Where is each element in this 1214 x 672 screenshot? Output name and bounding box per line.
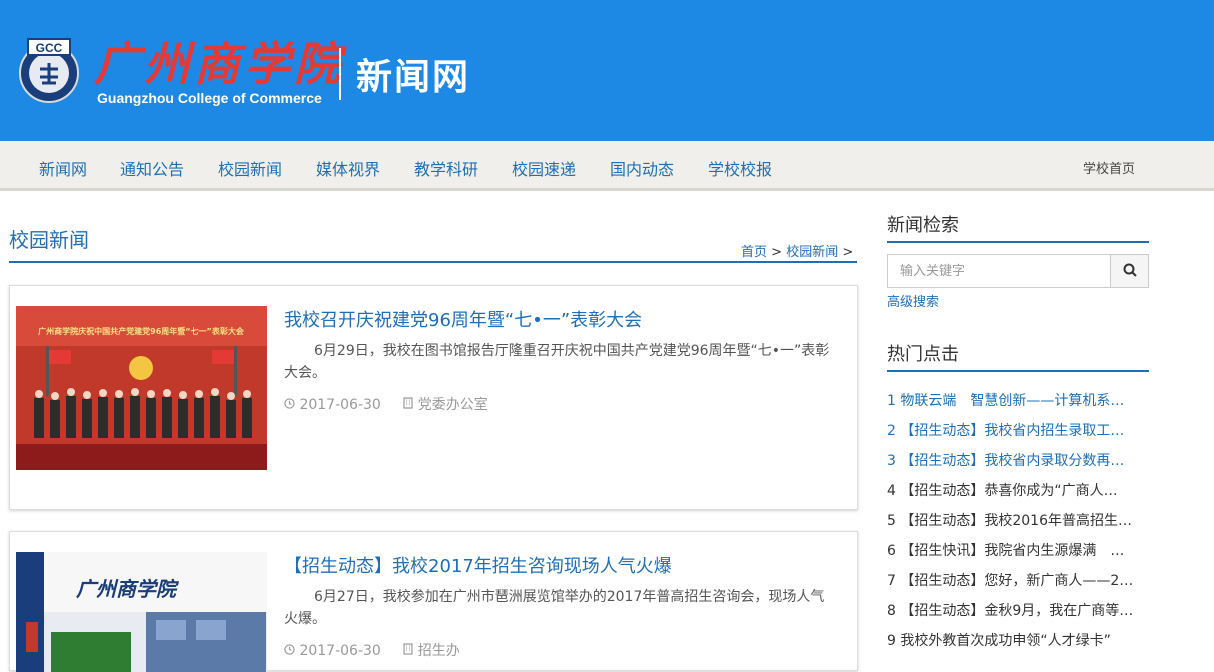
nav-item-domestic[interactable]: 国内动态 xyxy=(610,156,674,180)
hot-item[interactable]: 8 【招生动态】金秋9月，我在广商等… xyxy=(887,600,1149,620)
article-meta: 2017-06-30 招生办 xyxy=(284,640,478,660)
nav-item-campus-news[interactable]: 校园新闻 xyxy=(218,156,282,180)
college-emblem-icon[interactable]: GCC xyxy=(18,37,80,103)
article-card: 广州商学院 【招生动态】我校2017年招生咨询现场人气火爆 6月27日，我校参加… xyxy=(9,531,858,672)
search-button[interactable] xyxy=(1110,254,1149,288)
hot-item[interactable]: 6 【招生快讯】我院省内生源爆满 … xyxy=(887,540,1149,560)
hot-item[interactable]: 5 【招生动态】我校2016年普高招生… xyxy=(887,510,1149,530)
nav-item-express[interactable]: 校园速递 xyxy=(512,156,576,180)
article-meta: 2017-06-30 党委办公室 xyxy=(284,394,506,414)
article-summary: 6月29日，我校在图书馆报告厅隆重召开庆祝中国共产党建党96周年暨“七•一”表彰… xyxy=(284,343,830,381)
nav-item-notices[interactable]: 通知公告 xyxy=(120,156,184,180)
hot-item[interactable]: 3 【招生动态】我校省内录取分数再… xyxy=(887,450,1149,470)
article-card: 广州商学院庆祝中国共产党建党96周年暨“七一”表彰大会 我校召开庆祝建党96周年… xyxy=(9,285,858,510)
school-name-en: Guangzhou College of Commerce xyxy=(97,90,322,106)
site-header: GCC 广州商学院 Guangzhou College of Commerce … xyxy=(0,0,1214,141)
article-department: 党委办公室 xyxy=(417,397,488,413)
emblem-abbrev: GCC xyxy=(36,41,63,55)
nav-item-school-paper[interactable]: 学校校报 xyxy=(708,156,772,180)
search-icon xyxy=(1123,263,1137,277)
clock-icon xyxy=(284,398,295,409)
hot-section-title: 热门点击 xyxy=(887,344,959,365)
section-title: 校园新闻 xyxy=(9,228,89,252)
main-nav: 新闻网 通知公告 校园新闻 媒体视界 教学科研 校园速递 国内动态 学校校报 学… xyxy=(0,141,1214,191)
article-department: 招生办 xyxy=(417,643,460,659)
breadcrumb: 首页 > 校园新闻 > xyxy=(741,241,853,260)
article-date: 2017-06-30 xyxy=(299,643,381,659)
breadcrumb-separator: > xyxy=(771,245,783,260)
building-icon xyxy=(403,397,413,409)
nav-item-research[interactable]: 教学科研 xyxy=(414,156,478,180)
school-home-link[interactable]: 学校首页 xyxy=(1083,158,1135,177)
search-section-divider xyxy=(887,241,1149,243)
site-name[interactable]: 新闻网 xyxy=(356,48,470,100)
hot-item[interactable]: 7 【招生动态】您好，新广商人——2… xyxy=(887,570,1149,590)
nav-item-media[interactable]: 媒体视界 xyxy=(316,156,380,180)
article-thumbnail[interactable]: 广州商学院庆祝中国共产党建党96周年暨“七一”表彰大会 xyxy=(16,306,267,470)
hot-item[interactable]: 2 【招生动态】我校省内招生录取工… xyxy=(887,420,1149,440)
breadcrumb-tail: > xyxy=(842,245,854,260)
search-input[interactable] xyxy=(887,254,1111,288)
hot-section-divider xyxy=(887,370,1149,372)
hot-item[interactable]: 4 【招生动态】恭喜你成为“广商人… xyxy=(887,480,1149,500)
hot-item[interactable]: 1 物联云端 智慧创新——计算机系… xyxy=(887,390,1149,410)
school-name-cn[interactable]: 广州商学院 xyxy=(94,28,344,94)
thumbnail-banner-text: 广州商学院庆祝中国共产党建党96周年暨“七一”表彰大会 xyxy=(38,326,244,336)
thumbnail-booth-text: 广州商学院 xyxy=(76,577,180,601)
hot-item[interactable]: 9 我校外教首次成功申领“人才绿卡” xyxy=(887,630,1149,650)
breadcrumb-home[interactable]: 首页 xyxy=(741,245,767,260)
article-date: 2017-06-30 xyxy=(299,397,381,413)
building-icon xyxy=(403,643,413,655)
search-section-title: 新闻检索 xyxy=(887,215,959,236)
article-title[interactable]: 【招生动态】我校2017年招生咨询现场人气火爆 xyxy=(284,552,672,578)
clock-icon xyxy=(284,644,295,655)
logo-divider xyxy=(339,48,341,100)
breadcrumb-current[interactable]: 校园新闻 xyxy=(786,245,838,260)
nav-item-news[interactable]: 新闻网 xyxy=(39,156,87,180)
article-title[interactable]: 我校召开庆祝建党96周年暨“七•一”表彰大会 xyxy=(284,306,642,332)
advanced-search-link[interactable]: 高级搜索 xyxy=(887,291,939,310)
section-divider xyxy=(9,261,857,263)
article-summary: 6月27日，我校参加在广州市琶洲展览馆举办的2017年普高招生咨询会，现场人气火… xyxy=(284,589,825,627)
article-thumbnail[interactable]: 广州商学院 xyxy=(16,552,267,672)
